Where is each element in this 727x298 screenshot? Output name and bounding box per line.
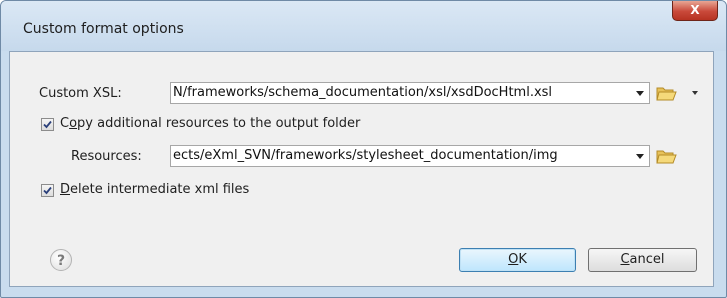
help-icon: ? [56,253,66,269]
custom-xsl-value: N/frameworks/schema_documentation/xsl/xs… [173,85,553,100]
custom-xsl-browse-button[interactable] [655,83,677,103]
folder-open-icon [656,87,677,101]
chevron-down-icon [692,91,698,95]
resources-label: Resources: [71,149,142,164]
dialog-title: Custom format options [23,21,184,37]
custom-xsl-label: Custom XSL: [39,86,122,101]
copy-resources-checkbox[interactable] [41,118,54,131]
chevron-down-icon [636,90,644,96]
resources-browse-button[interactable] [655,146,677,166]
resources-value: ects/eXml_SVN/frameworks/stylesheet_docu… [173,148,558,163]
delete-intermediate-checkbox[interactable] [41,184,54,197]
dialog-window: Custom format options X Custom XSL: N/fr… [0,0,727,298]
resources-dropdown-button[interactable] [631,146,649,166]
close-button[interactable]: X [672,1,718,21]
help-button[interactable]: ? [50,249,72,271]
checkmark-icon [43,186,52,195]
checkmark-icon [43,120,52,129]
chevron-down-icon [636,153,644,159]
folder-open-icon [656,150,677,164]
ok-button[interactable]: OK [459,248,576,272]
copy-resources-label[interactable]: Copy additional resources to the output … [60,116,360,131]
custom-xsl-combo[interactable]: N/frameworks/schema_documentation/xsl/xs… [170,82,650,104]
dialog-content: Custom XSL: N/frameworks/schema_document… [9,51,714,287]
title-bar[interactable]: Custom format options X [1,1,726,51]
custom-xsl-dropdown-button[interactable] [631,83,649,103]
delete-intermediate-label[interactable]: Delete intermediate xml files [60,182,249,197]
custom-xsl-menu-button[interactable] [690,88,700,98]
cancel-button[interactable]: Cancel [588,248,697,272]
close-icon: X [690,3,700,17]
resources-combo[interactable]: ects/eXml_SVN/frameworks/stylesheet_docu… [170,145,650,167]
